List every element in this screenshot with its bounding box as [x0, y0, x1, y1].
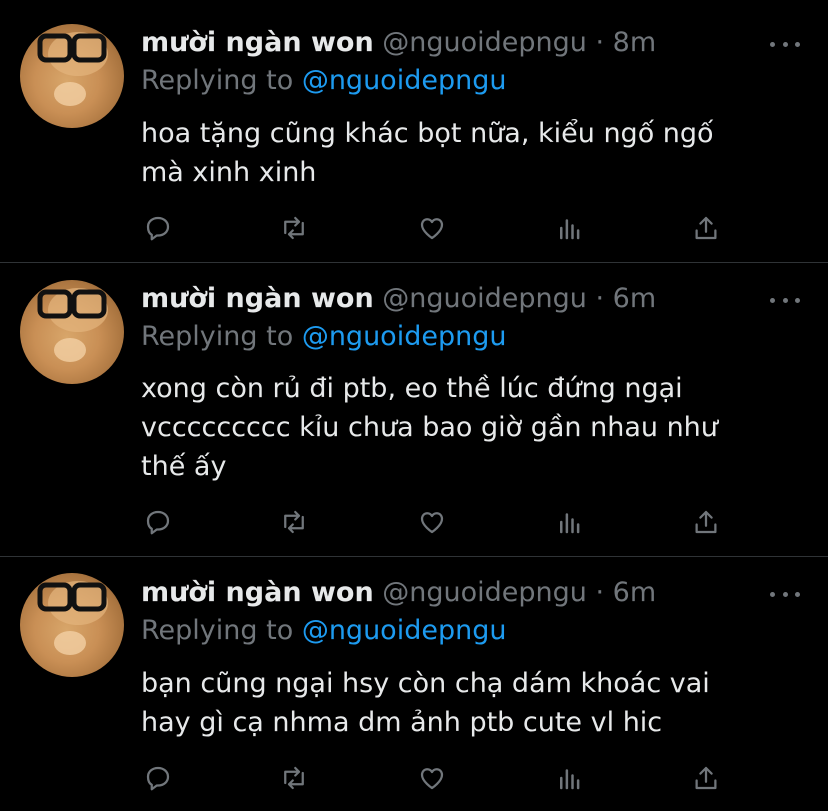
- more-icon[interactable]: [770, 584, 800, 604]
- replying-prefix: Replying to: [141, 65, 294, 96]
- reply-handle-link[interactable]: @nguoidepngu: [302, 615, 507, 646]
- glasses-graphic: [37, 288, 108, 362]
- display-name[interactable]: mười ngàn won: [141, 27, 374, 58]
- replying-to: Replying to @nguoidepngu: [141, 63, 506, 99]
- tweet[interactable]: mười ngàn won @nguoidepngu · 8m Replying…: [0, 0, 828, 262]
- reply-icon[interactable]: [140, 760, 176, 796]
- retweet-icon[interactable]: [276, 210, 312, 246]
- tweet-text: hoa tặng cũng khác bọt nữa, kiểu ngố ngố…: [141, 118, 714, 188]
- tweet-header: mười ngàn won @nguoidepngu · 6m: [141, 281, 656, 317]
- separator: ·: [586, 27, 613, 58]
- user-handle[interactable]: @nguoidepngu: [382, 577, 587, 608]
- action-bar: [0, 760, 828, 800]
- replying-prefix: Replying to: [141, 615, 294, 646]
- retweet-icon[interactable]: [276, 504, 312, 540]
- replying-to: Replying to @nguoidepngu: [141, 319, 506, 355]
- avatar[interactable]: [20, 280, 124, 384]
- tweet-header: mười ngàn won @nguoidepngu · 6m: [141, 575, 656, 611]
- reply-icon[interactable]: [140, 504, 176, 540]
- action-bar: [0, 210, 828, 250]
- glasses-graphic: [37, 581, 108, 655]
- like-icon[interactable]: [414, 760, 450, 796]
- like-icon[interactable]: [414, 210, 450, 246]
- retweet-icon[interactable]: [276, 760, 312, 796]
- analytics-icon[interactable]: [552, 210, 588, 246]
- display-name[interactable]: mười ngàn won: [141, 283, 374, 314]
- more-icon[interactable]: [770, 34, 800, 54]
- analytics-icon[interactable]: [552, 760, 588, 796]
- glasses-graphic: [37, 32, 108, 106]
- tweet-text: bạn cũng ngại hsy còn chạ dám khoác vai …: [141, 668, 710, 738]
- separator: ·: [586, 283, 613, 314]
- avatar[interactable]: [20, 573, 124, 677]
- user-handle[interactable]: @nguoidepngu: [382, 27, 587, 58]
- display-name[interactable]: mười ngàn won: [141, 577, 374, 608]
- analytics-icon[interactable]: [552, 504, 588, 540]
- tweet-header: mười ngàn won @nguoidepngu · 8m: [141, 25, 656, 61]
- share-icon[interactable]: [688, 504, 724, 540]
- timestamp[interactable]: 8m: [613, 27, 656, 58]
- reply-handle-link[interactable]: @nguoidepngu: [302, 65, 507, 96]
- user-handle[interactable]: @nguoidepngu: [382, 283, 587, 314]
- tweet-text: xong còn rủ đi ptb, eo thề lúc đứng ngại…: [141, 373, 718, 482]
- separator: ·: [586, 577, 613, 608]
- tweet[interactable]: mười ngàn won @nguoidepngu · 6m Replying…: [0, 557, 828, 811]
- action-bar: [0, 504, 828, 544]
- reply-handle-link[interactable]: @nguoidepngu: [302, 321, 507, 352]
- timestamp[interactable]: 6m: [613, 577, 656, 608]
- share-icon[interactable]: [688, 760, 724, 796]
- more-icon[interactable]: [770, 290, 800, 310]
- timestamp[interactable]: 6m: [613, 283, 656, 314]
- share-icon[interactable]: [688, 210, 724, 246]
- reply-icon[interactable]: [140, 210, 176, 246]
- like-icon[interactable]: [414, 504, 450, 540]
- avatar[interactable]: [20, 24, 124, 128]
- replying-to: Replying to @nguoidepngu: [141, 613, 506, 649]
- tweet[interactable]: mười ngàn won @nguoidepngu · 6m Replying…: [0, 263, 828, 556]
- replying-prefix: Replying to: [141, 321, 294, 352]
